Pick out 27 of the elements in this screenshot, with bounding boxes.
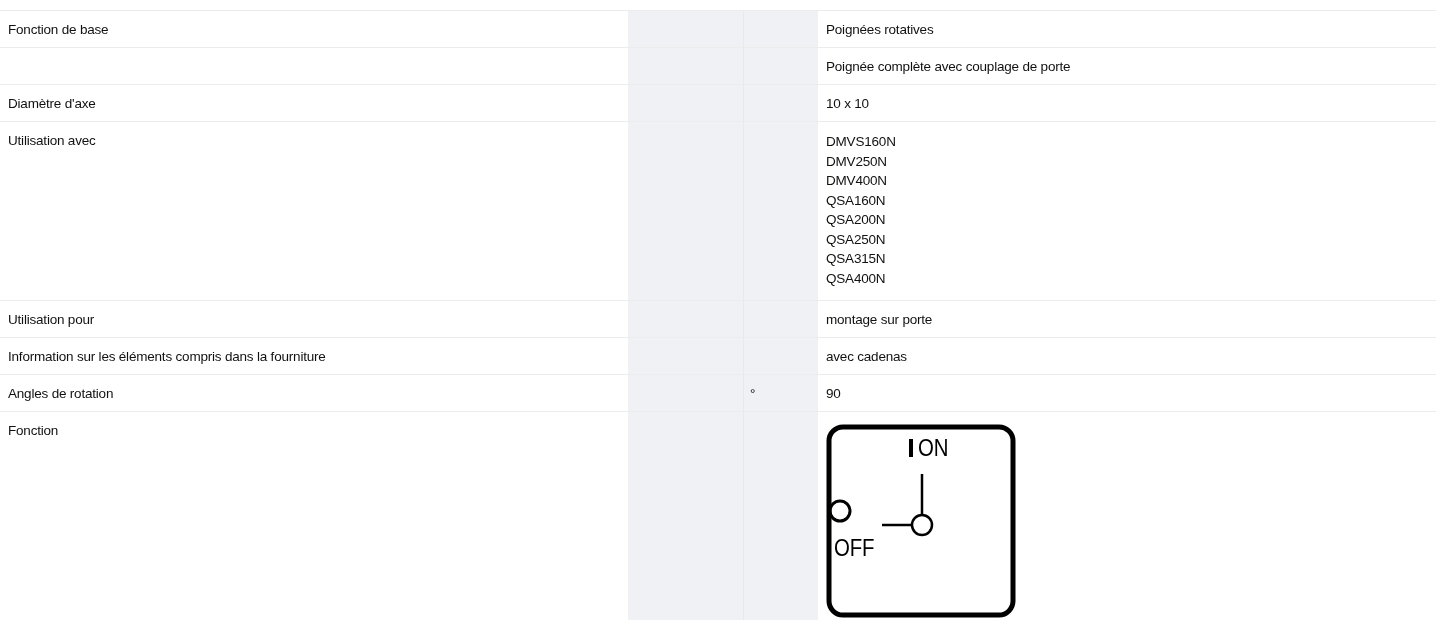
spec-label: Information sur les éléments compris dans la fourniture [8, 349, 326, 364]
spec-label: Angles de rotation [8, 386, 114, 401]
spec-value: QSA200N [826, 211, 887, 229]
spec-value: QSA400N [826, 269, 887, 288]
spec-value: QSA160N [826, 191, 887, 210]
spec-label: Diamètre d'axe [8, 96, 96, 111]
spec-label: Utilisation avec [8, 133, 96, 148]
spec-value: DMVS160N [826, 133, 897, 151]
spec-value: Poignée complète avec couplage de porte [826, 59, 1071, 74]
spec-value: Poignées rotatives [826, 22, 934, 37]
rotary-handle-drawing [882, 474, 934, 537]
spec-value: DMV400N [826, 172, 888, 190]
spec-value: 10 x 10 [826, 96, 869, 111]
spec-value: avec cadenas [826, 349, 907, 364]
spec-label: Utilisation pour [8, 312, 95, 327]
spec-value: montage sur porte [826, 312, 933, 327]
off-label: OFF [834, 534, 875, 562]
on-label: ON [918, 434, 949, 462]
spec-value: QSA250N [826, 230, 887, 249]
spec-label: Fonction de base [8, 22, 109, 37]
spec-value: DMV250N [826, 152, 888, 171]
off-position-icon [828, 499, 852, 523]
spec-label: Fonction [8, 423, 59, 438]
position-mark-icon [909, 439, 913, 457]
spec-value: QSA315N [826, 250, 887, 268]
spec-value: 90 [826, 386, 841, 401]
table-cell: ° [743, 375, 818, 411]
